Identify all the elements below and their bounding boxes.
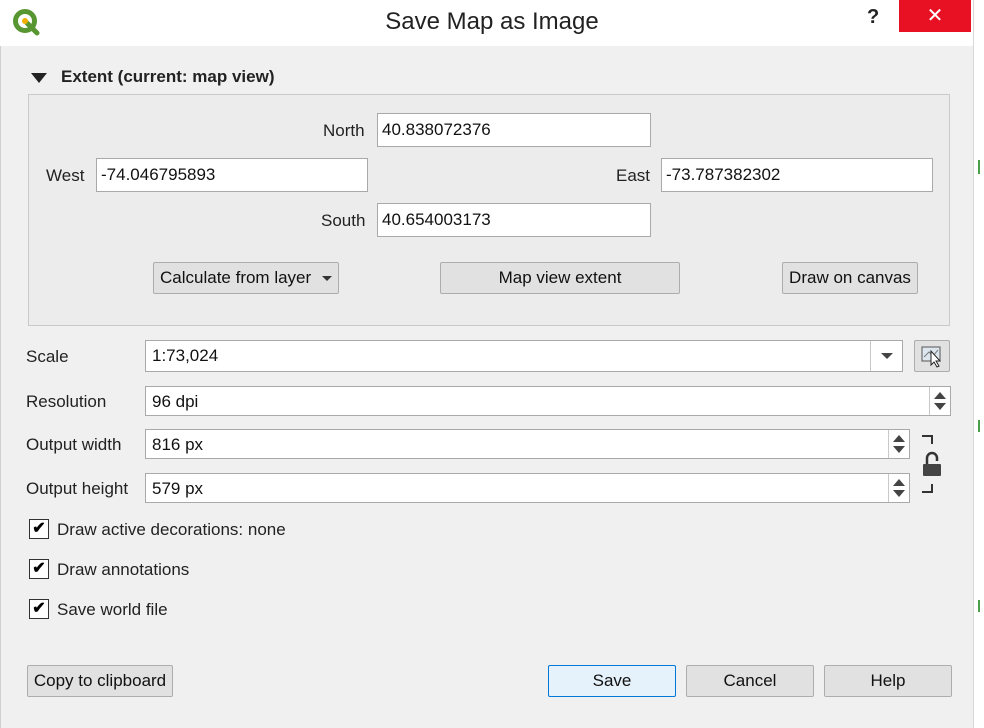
west-label: West [46,166,85,185]
output-height-spinbox[interactable]: 579 px [145,473,910,503]
resolution-spinbox[interactable]: 96 dpi [145,386,951,416]
extent-group-title[interactable]: Extent (current: map view) [61,67,275,87]
output-width-spinbox[interactable]: 816 px [145,429,910,459]
collapse-triangle-icon[interactable] [31,73,47,83]
scale-dropdown-button[interactable] [870,341,902,371]
north-field[interactable]: 40.838072376 [377,113,651,147]
arrow-up-icon [893,479,905,486]
lock-aspect-ratio-toggle[interactable] [918,434,948,496]
calculate-from-layer-label: Calculate from layer [160,268,312,287]
south-label: South [321,211,366,230]
arrow-down-icon [934,403,946,410]
cancel-button[interactable]: Cancel [686,665,814,697]
context-help-button[interactable]: ? [867,6,879,29]
set-scale-from-map-button[interactable] [914,340,950,372]
arrow-down-icon [893,446,905,453]
help-button[interactable]: Help [824,665,952,697]
scale-combobox[interactable]: 1:73,024 [145,340,903,372]
output-width-value: 816 px [152,435,204,454]
output-width-label: Output width [26,435,122,454]
resolution-label: Resolution [26,392,107,411]
close-button[interactable]: ✕ [899,0,971,32]
arrow-down-icon [893,490,905,497]
save-world-file-checkbox[interactable]: ✔ [29,599,49,619]
output-height-label: Output height [26,479,129,498]
resolution-stepper[interactable] [929,387,950,415]
map-pointer-icon [921,346,942,368]
resolution-value: 96 dpi [152,392,199,411]
background-window-edge [973,0,984,728]
scale-label: Scale [26,347,69,366]
west-field[interactable]: -74.046795893 [96,158,368,192]
save-world-file-label[interactable]: Save world file [57,600,168,620]
output-height-value: 579 px [152,479,204,498]
scale-value: 1:73,024 [152,346,219,365]
calculate-from-layer-button[interactable]: Calculate from layer [153,262,339,294]
window-title: Save Map as Image [385,8,599,35]
map-view-extent-button[interactable]: Map view extent [440,262,680,294]
south-field[interactable]: 40.654003173 [377,203,651,237]
east-label: East [616,166,651,185]
output-width-stepper[interactable] [888,430,909,458]
output-height-stepper[interactable] [888,474,909,502]
padlock-icon [922,435,941,493]
arrow-up-icon [893,435,905,442]
arrow-up-icon [934,392,946,399]
chevron-down-icon [322,276,332,281]
draw-annotations-checkbox[interactable]: ✔ [29,559,49,579]
draw-decorations-checkbox[interactable]: ✔ [29,519,49,539]
save-button[interactable]: Save [548,665,676,697]
draw-decorations-label[interactable]: Draw active decorations: none [57,520,286,540]
east-field[interactable]: -73.787382302 [661,158,933,192]
copy-to-clipboard-button[interactable]: Copy to clipboard [27,665,173,697]
draw-on-canvas-button[interactable]: Draw on canvas [782,262,918,294]
draw-annotations-label[interactable]: Draw annotations [57,560,189,580]
north-label: North [323,121,365,140]
chevron-down-icon [881,353,893,359]
